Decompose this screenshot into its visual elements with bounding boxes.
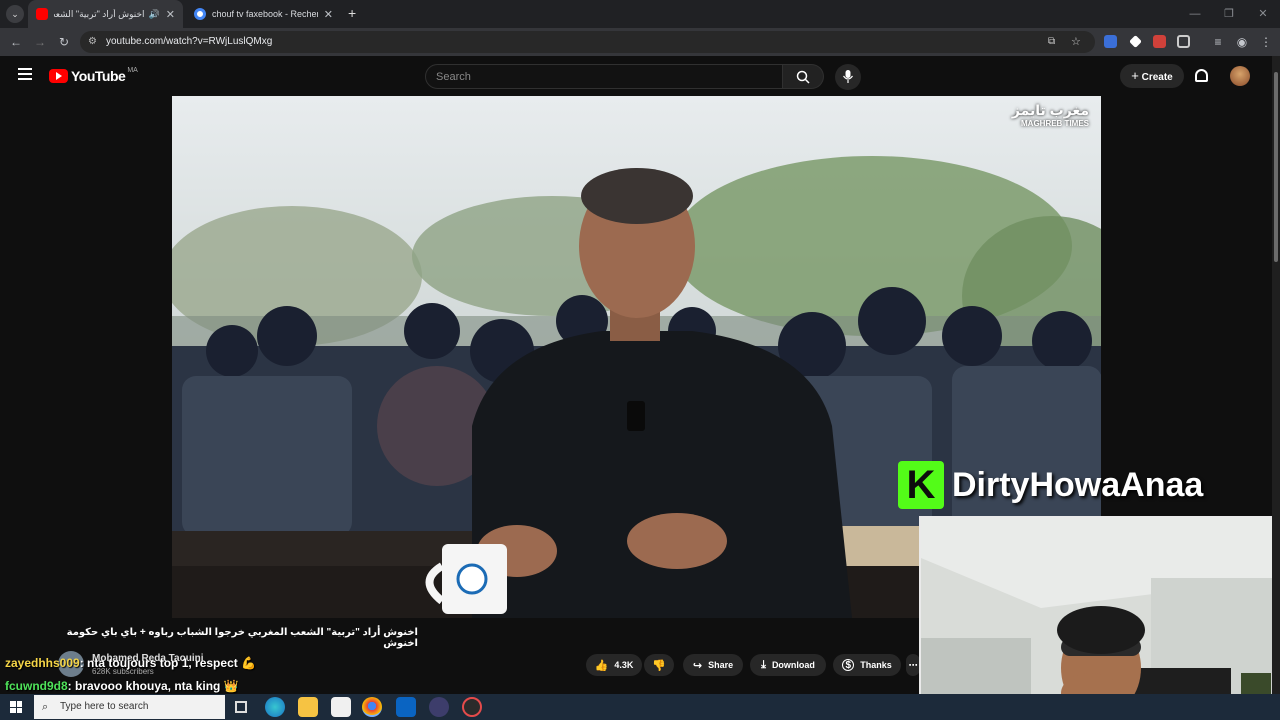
search-input[interactable] [426, 65, 782, 88]
search-box [425, 64, 783, 89]
youtube-wordmark: YouTube [71, 68, 126, 84]
more-actions-button[interactable]: ⋯ [906, 654, 920, 676]
create-button[interactable]: + Create [1120, 64, 1184, 88]
tab-title: اخنوش أراد "تربية" الشعب ال... [54, 8, 145, 19]
store-icon[interactable] [331, 697, 351, 717]
chat-username: fcuwnd9d8 [5, 679, 68, 693]
webcam-feed [921, 518, 1280, 720]
watermark-arabic: مغرب تايمز [1011, 102, 1089, 118]
region-code: MA [127, 66, 138, 74]
share-icon: ↪ [692, 659, 703, 672]
tab-youtube-video[interactable]: اخنوش أراد "تربية" الشعب ال... 🔊 ✕ [28, 0, 183, 28]
obs-icon[interactable] [429, 697, 449, 717]
bookmark-star-icon[interactable]: ☆ [1071, 31, 1081, 53]
chat-text: : bravooo khouya, nta king 👑 [67, 679, 239, 693]
notifications-bell-icon[interactable] [1195, 69, 1208, 82]
like-button[interactable]: 👍 4.3K [586, 654, 642, 676]
url-text: youtube.com/watch?v=RWjLuslQMxg [106, 36, 273, 47]
thanks-label: Thanks [860, 660, 892, 670]
minimize-icon[interactable]: — [1178, 0, 1212, 28]
download-button[interactable]: ⤓ Download [750, 654, 826, 676]
dislike-button[interactable]: 👎 [644, 654, 674, 676]
watermark-latin: MAGHREB TIMES [1021, 119, 1089, 128]
reading-list-icon[interactable]: ≡ [1208, 28, 1228, 56]
task-view-icon[interactable] [235, 701, 247, 713]
share-button[interactable]: ↪ Share [683, 654, 743, 676]
windows-start-icon[interactable] [10, 701, 22, 713]
translate-extension-icon[interactable] [1104, 35, 1117, 48]
taskbar-search-box[interactable]: ⌕ Type here to search [34, 695, 225, 719]
streamer-brand: K DirtyHowaAnaa [898, 458, 1203, 512]
back-icon[interactable]: ← [6, 28, 26, 56]
site-info-icon[interactable]: ⚙ [88, 31, 97, 53]
windows-taskbar: ⌕ Type here to search [0, 694, 1280, 720]
outlook-icon[interactable] [396, 697, 416, 717]
streamer-name: DirtyHowaAnaa [952, 465, 1204, 504]
browser-toolbar: ← → ↻ ⚙ youtube.com/watch?v=RWjLuslQMxg … [0, 28, 1280, 56]
download-icon: ⤓ [761, 658, 766, 671]
thumbs-up-icon: 👍 [594, 659, 609, 672]
close-window-icon[interactable]: ✕ [1246, 0, 1280, 28]
chrome-icon[interactable] [362, 697, 382, 717]
forward-icon[interactable]: → [30, 28, 50, 56]
tab-title: chouf tv faxebook - Recherche [212, 9, 318, 19]
tab-google-search[interactable]: chouf tv faxebook - Recherche ✕ [186, 0, 341, 28]
kick-logo-icon: K [898, 461, 944, 509]
reload-icon[interactable]: ↻ [54, 28, 74, 56]
chat-text: : nta toujours top 1, respect 💪 [79, 656, 257, 670]
youtube-logo[interactable]: YouTube MA [49, 66, 138, 84]
tab-list-button[interactable]: ⌄ [6, 5, 24, 23]
extension-diamond-icon[interactable] [1129, 35, 1142, 48]
thanks-dollar-icon: $ [842, 659, 855, 671]
extension-red-icon[interactable] [1153, 35, 1166, 48]
recorder-icon[interactable] [462, 697, 482, 717]
close-tab-icon[interactable]: ✕ [166, 8, 175, 21]
address-bar[interactable]: ⚙ youtube.com/watch?v=RWjLuslQMxg ⧉ ☆ [80, 31, 1095, 53]
extensions-puzzle-icon[interactable] [1177, 35, 1190, 48]
video-title: اخنوش أراد "تربية" الشعب المغربي خرجوا ا… [66, 627, 418, 649]
scrollbar-thumb[interactable] [1274, 72, 1278, 262]
close-tab-icon[interactable]: ✕ [324, 8, 333, 21]
thanks-button[interactable]: $ Thanks [833, 654, 901, 676]
chat-message: zayedhhs009: nta toujours top 1, respect… [5, 656, 256, 670]
chat-username: zayedhhs009 [5, 656, 80, 670]
thumbs-down-icon: 👎 [652, 659, 666, 672]
plus-icon: + [1131, 68, 1139, 83]
google-favicon-icon [194, 8, 206, 20]
avatar[interactable] [1230, 66, 1250, 86]
install-app-icon[interactable]: ⧉ [1048, 31, 1055, 53]
more-icon: ⋯ [908, 659, 918, 670]
chat-message: fcuwnd9d8: bravooo khouya, nta king 👑 [5, 679, 239, 693]
youtube-favicon-icon [36, 8, 48, 20]
new-tab-button[interactable]: + [348, 5, 356, 21]
download-label: Download [771, 660, 815, 670]
file-explorer-icon[interactable] [298, 697, 318, 717]
speaker-icon: 🔊 [148, 8, 160, 19]
edge-icon[interactable] [265, 697, 285, 717]
taskbar-search-placeholder: Type here to search [60, 701, 149, 712]
search-button[interactable] [783, 64, 824, 89]
channel-watermark: مغرب تايمز MAGHREB TIMES [1012, 102, 1089, 128]
like-count: 4.3K [614, 660, 634, 670]
profile-icon[interactable]: ◉ [1232, 28, 1252, 56]
youtube-masthead: YouTube MA + Create [0, 56, 1272, 96]
microphone-icon [843, 70, 853, 83]
voice-search-button[interactable] [835, 64, 861, 90]
restore-icon[interactable]: ❐ [1212, 0, 1246, 28]
create-label: Create [1141, 72, 1173, 83]
search-icon: ⌕ [42, 701, 49, 713]
menu-kebab-icon[interactable]: ⋮ [1256, 28, 1276, 56]
browser-tab-strip: ⌄ اخنوش أراد "تربية" الشعب ال... 🔊 ✕ cho… [0, 0, 1280, 28]
search-icon [796, 70, 810, 84]
webcam-overlay: X2 [919, 516, 1280, 720]
hamburger-menu-icon[interactable] [18, 68, 32, 80]
share-label: Share [708, 660, 734, 670]
youtube-play-icon [49, 69, 68, 83]
